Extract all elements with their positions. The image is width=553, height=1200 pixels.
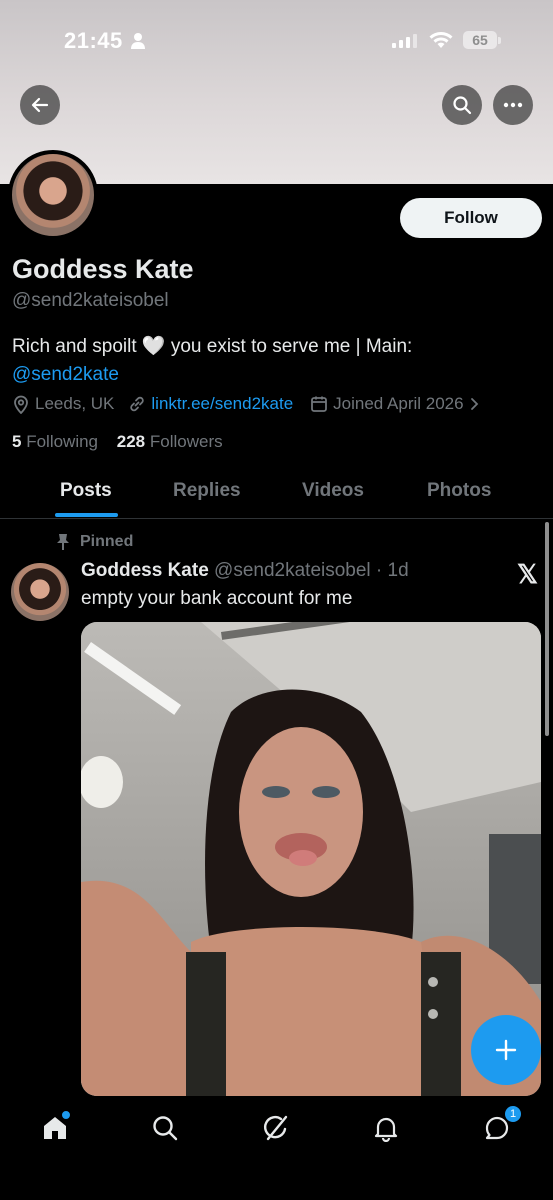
scrollbar[interactable] [545, 522, 549, 736]
selfie-photo [81, 622, 541, 1096]
following-label: Following [26, 432, 99, 451]
follow-counts: 5 Following 228 Followers [12, 432, 223, 452]
plus-icon [495, 1039, 517, 1061]
location: Leeds, UK [12, 394, 114, 414]
signal-icon [392, 34, 417, 48]
nav-messages[interactable]: 1 [477, 1106, 521, 1146]
followers-count: 228 [116, 432, 146, 451]
post-author[interactable]: Goddess Kate [81, 560, 209, 581]
clock: 21:45 [64, 28, 123, 53]
bio-text: Rich and spoilt 🤍 you exist to serve me … [12, 336, 413, 357]
search-icon [153, 1116, 178, 1141]
profile-name: Goddess Kate [12, 254, 194, 284]
compose-post-button[interactable] [471, 1015, 541, 1085]
post-text: empty your bank account for me [81, 588, 353, 609]
arrow-left-icon [31, 97, 49, 113]
search-icon [453, 96, 472, 115]
post-handle-time: @send2kateisobel · 1d [214, 560, 409, 581]
location-pin-icon [14, 395, 28, 414]
tab-posts[interactable]: Posts [60, 480, 112, 502]
active-tab-indicator [55, 513, 118, 517]
profile-tabs: Posts Replies Videos Photos [0, 470, 553, 519]
x-logo-icon: 𝕏 [517, 559, 538, 589]
search-button[interactable] [442, 85, 482, 125]
profile-avatar[interactable] [8, 150, 98, 240]
followers-stat[interactable]: 228 Followers [117, 432, 223, 451]
nav-grok[interactable] [256, 1110, 296, 1146]
nav-home[interactable] [35, 1110, 75, 1146]
person-icon [131, 33, 145, 49]
chevron-right-icon [470, 398, 478, 410]
nav-search[interactable] [145, 1110, 185, 1146]
pin-icon [57, 534, 69, 550]
profile-handle: @send2kateisobel [12, 290, 169, 311]
following-stat[interactable]: 5 Following [12, 432, 98, 451]
link-icon [130, 396, 145, 412]
pinned-label: Pinned [56, 533, 133, 551]
back-button[interactable] [20, 85, 60, 125]
battery-indicator: 65 [463, 31, 497, 49]
bio-link[interactable]: @send2kate [12, 364, 119, 385]
post-header: Goddess Kate @send2kateisobel · 1d [81, 560, 409, 582]
website-link[interactable]: linktr.ee/send2kate [151, 394, 293, 414]
more-dots-icon [503, 102, 523, 108]
bell-icon [374, 1117, 398, 1142]
location-text: Leeds, UK [35, 394, 115, 413]
followers-label: Followers [149, 432, 223, 451]
bottom-navigation: 1 [0, 1096, 553, 1200]
post-image[interactable] [81, 622, 541, 1096]
tab-videos[interactable]: Videos [302, 480, 364, 502]
pinned-text: Pinned [80, 533, 134, 550]
calendar-icon [311, 396, 328, 412]
wifi-icon [429, 32, 453, 48]
messages-badge: 1 [505, 1106, 521, 1122]
tab-replies[interactable]: Replies [173, 480, 241, 502]
nav-notifications[interactable] [366, 1110, 406, 1146]
profile-meta: Leeds, UK linktr.ee/send2kate Joined Apr… [12, 394, 485, 414]
grok-icon [264, 1115, 288, 1141]
follow-button[interactable]: Follow [400, 198, 542, 238]
battery-tip [498, 37, 501, 44]
more-button[interactable] [493, 85, 533, 125]
home-notification-dot [61, 1110, 71, 1120]
following-count: 5 [12, 432, 22, 451]
joined-date[interactable]: Joined April 2026 [310, 394, 484, 414]
website[interactable]: linktr.ee/send2kate [128, 394, 293, 414]
tab-photos[interactable]: Photos [427, 480, 491, 502]
post-avatar[interactable] [11, 563, 69, 621]
joined-text: Joined April 2026 [333, 394, 464, 413]
status-bar: 21:45 65 [0, 28, 553, 56]
profile-bio: Rich and spoilt 🤍 you exist to serve me … [12, 333, 542, 389]
